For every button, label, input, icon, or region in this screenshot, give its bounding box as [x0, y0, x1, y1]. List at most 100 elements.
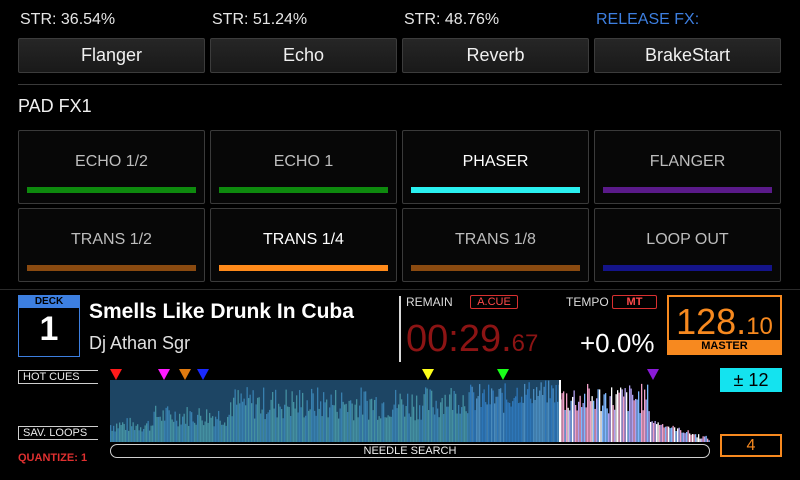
flanger-button[interactable]: Flanger	[18, 38, 205, 73]
pad-trans-eighth[interactable]: TRANS 1/8	[402, 208, 589, 282]
waveform-overview[interactable]	[110, 368, 710, 442]
pad-color-bar	[219, 265, 388, 271]
pad-echo-1[interactable]: ECHO 1	[210, 130, 397, 204]
waveform-bar	[587, 383, 589, 442]
waveform-bar	[681, 432, 683, 442]
waveform-bar	[708, 440, 710, 442]
waveform-bar	[581, 407, 583, 442]
waveform-bar	[695, 434, 697, 442]
waveform-bar	[707, 438, 709, 442]
key-shift-range[interactable]: ± 12	[720, 368, 782, 392]
waveform-bar	[665, 426, 667, 442]
waveform-bar	[563, 391, 565, 442]
waveform-bar	[669, 428, 671, 442]
loop-beats[interactable]: 4	[720, 434, 782, 457]
waveform-bar	[564, 409, 566, 442]
pad-label: PHASER	[462, 153, 529, 170]
pad-color-bar	[219, 187, 388, 193]
waveform-bar	[689, 433, 691, 442]
waveform-bar	[705, 435, 707, 442]
reverb-button[interactable]: Reverb	[402, 38, 589, 73]
waveform-bar	[687, 430, 689, 442]
waveform-bar	[609, 396, 611, 442]
waveform-bar	[612, 405, 614, 442]
waveform-bar	[701, 438, 703, 442]
waveform-bar	[678, 427, 680, 442]
waveform-bar	[696, 437, 698, 442]
waveform-bar	[576, 410, 578, 442]
waveform-bar	[627, 411, 629, 442]
waveform-bar	[642, 410, 644, 442]
waveform-bar	[686, 432, 688, 442]
hot-cue-marker[interactable]	[647, 369, 659, 380]
waveform-bar	[675, 431, 677, 442]
waveform-bar	[585, 407, 587, 442]
waveform-bar	[674, 427, 676, 442]
waveform-bar	[623, 396, 625, 442]
bpm-display[interactable]: 128.10 MASTER	[667, 295, 782, 355]
waveform-bar	[606, 408, 608, 442]
hot-cue-markers	[110, 369, 659, 380]
waveform-bar	[611, 387, 613, 442]
waveform-bar	[615, 394, 617, 442]
waveform-bar	[618, 392, 620, 442]
remaining-time: 00:29.67	[406, 318, 538, 361]
waveform-bar	[569, 410, 571, 442]
hot-cue-marker[interactable]	[158, 369, 170, 380]
pad-label: TRANS 1/2	[71, 231, 152, 248]
pad-flanger[interactable]: FLANGER	[594, 130, 781, 204]
waveform-bar	[635, 398, 637, 442]
waveform-bar	[656, 424, 658, 442]
waveform-bar	[636, 399, 638, 442]
fx2-strength: STR: 51.24%	[212, 11, 308, 28]
waveform-bar	[672, 425, 674, 442]
waveform-bar	[659, 425, 661, 442]
echo-button[interactable]: Echo	[210, 38, 397, 73]
fx3-strength: STR: 48.76%	[404, 11, 500, 28]
waveform-bar	[699, 438, 701, 442]
hot-cue-marker[interactable]	[497, 369, 509, 380]
hot-cue-marker[interactable]	[179, 369, 191, 380]
played-region	[110, 380, 560, 442]
waveform-bar	[693, 434, 695, 442]
pad-color-bar	[411, 187, 580, 193]
waveform-bar	[579, 395, 581, 442]
pad-phaser[interactable]: PHASER	[402, 130, 589, 204]
waveform-bar	[668, 426, 670, 442]
waveform-bar	[608, 413, 610, 442]
playhead	[559, 380, 561, 442]
needle-search-bar[interactable]: NEEDLE SEARCH	[110, 444, 710, 458]
waveform-bar	[633, 400, 635, 442]
waveform-bar	[620, 387, 622, 442]
pad-trans-half[interactable]: TRANS 1/2	[18, 208, 205, 282]
bpm-decimal: 10	[746, 313, 773, 340]
waveform-bar	[680, 430, 682, 442]
master-tempo-badge: MT	[612, 295, 657, 309]
waveform-bar	[653, 422, 655, 442]
pad-color-bar	[603, 187, 772, 193]
bpm-integer: 128.	[676, 301, 747, 342]
waveform-bar	[629, 385, 631, 442]
brakestart-button[interactable]: BrakeStart	[594, 38, 781, 73]
release-fx-label: RELEASE FX:	[596, 11, 700, 28]
pad-loop-out[interactable]: LOOP OUT	[594, 208, 781, 282]
waveform-bar	[596, 398, 598, 442]
waveform-bar	[648, 411, 650, 442]
waveform-bar	[573, 390, 575, 442]
hot-cue-marker[interactable]	[197, 369, 209, 380]
waveform-bar	[588, 388, 590, 442]
waveform-bar	[567, 407, 569, 442]
hot-cue-marker[interactable]	[422, 369, 434, 380]
waveform-bar	[566, 393, 568, 442]
waveform-bar	[593, 400, 595, 442]
pad-label: LOOP OUT	[646, 231, 729, 248]
waveform-bar	[600, 411, 602, 442]
pad-label: ECHO 1	[273, 153, 334, 170]
waveform-bar	[663, 427, 665, 442]
pad-trans-quarter[interactable]: TRANS 1/4	[210, 208, 397, 282]
waveform-bar	[630, 388, 632, 442]
divider	[18, 84, 782, 85]
pad-echo-half[interactable]: ECHO 1/2	[18, 130, 205, 204]
hot-cue-marker[interactable]	[110, 369, 122, 380]
pad-color-bar	[27, 187, 196, 193]
